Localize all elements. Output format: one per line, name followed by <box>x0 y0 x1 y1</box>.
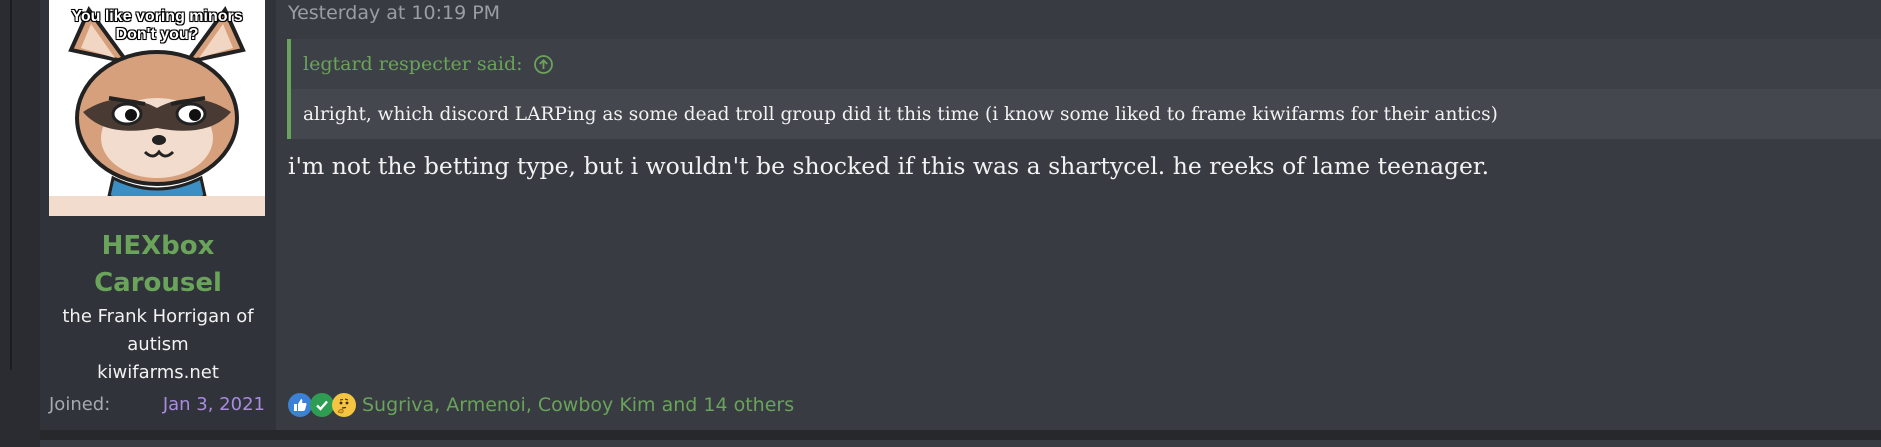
avatar-caption: You like voring minors Don't you? <box>49 8 265 44</box>
post-timestamp[interactable]: Yesterday at 10:19 PM <box>288 1 500 25</box>
reactions-bar[interactable]: Sugriva, Armenoi, Cowboy Kim and 14 othe… <box>288 390 794 420</box>
user-title: the Frank Horrigan of autism <box>62 306 254 355</box>
quote-author: legtard respecter said: <box>303 53 523 75</box>
next-post-edge <box>40 440 1881 447</box>
forum-post: You like voring minors Don't you? HEXbox… <box>40 0 1881 430</box>
quote-block: legtard respecter said: alright, which d… <box>287 39 1881 139</box>
username-line2: Carousel <box>94 268 222 298</box>
post-message: i'm not the betting type, but i wouldn't… <box>288 152 1490 180</box>
quote-header[interactable]: legtard respecter said: <box>291 39 1881 89</box>
checkmark-icon <box>310 393 334 417</box>
joined-date: Jan 3, 2021 <box>162 394 265 415</box>
reaction-users-link[interactable]: Sugriva, Armenoi, Cowboy Kim and 14 othe… <box>362 394 794 416</box>
avatar-caption-line2: Don't you? <box>115 26 199 43</box>
left-gutter <box>0 0 40 447</box>
joined-row: Joined: Jan 3, 2021 <box>49 392 265 418</box>
thinking-face-icon <box>332 393 356 417</box>
avatar[interactable]: You like voring minors Don't you? <box>49 0 265 216</box>
arrow-up-circle-icon[interactable] <box>533 54 554 75</box>
gutter-divider <box>10 0 12 370</box>
username-link[interactable]: HEXbox Carousel <box>40 228 276 302</box>
quote-text: alright, which discord LARPing as some d… <box>291 89 1881 139</box>
post-main-column: Yesterday at 10:19 PM legtard respecter … <box>276 0 1881 430</box>
username-line1: HEXbox <box>101 231 215 261</box>
thumbs-up-icon <box>288 393 312 417</box>
post-user-column: You like voring minors Don't you? HEXbox… <box>40 0 276 430</box>
avatar-caption-line1: You like voring minors <box>71 8 243 25</box>
joined-label: Joined: <box>49 394 111 415</box>
user-site: kiwifarms.net <box>97 362 219 383</box>
